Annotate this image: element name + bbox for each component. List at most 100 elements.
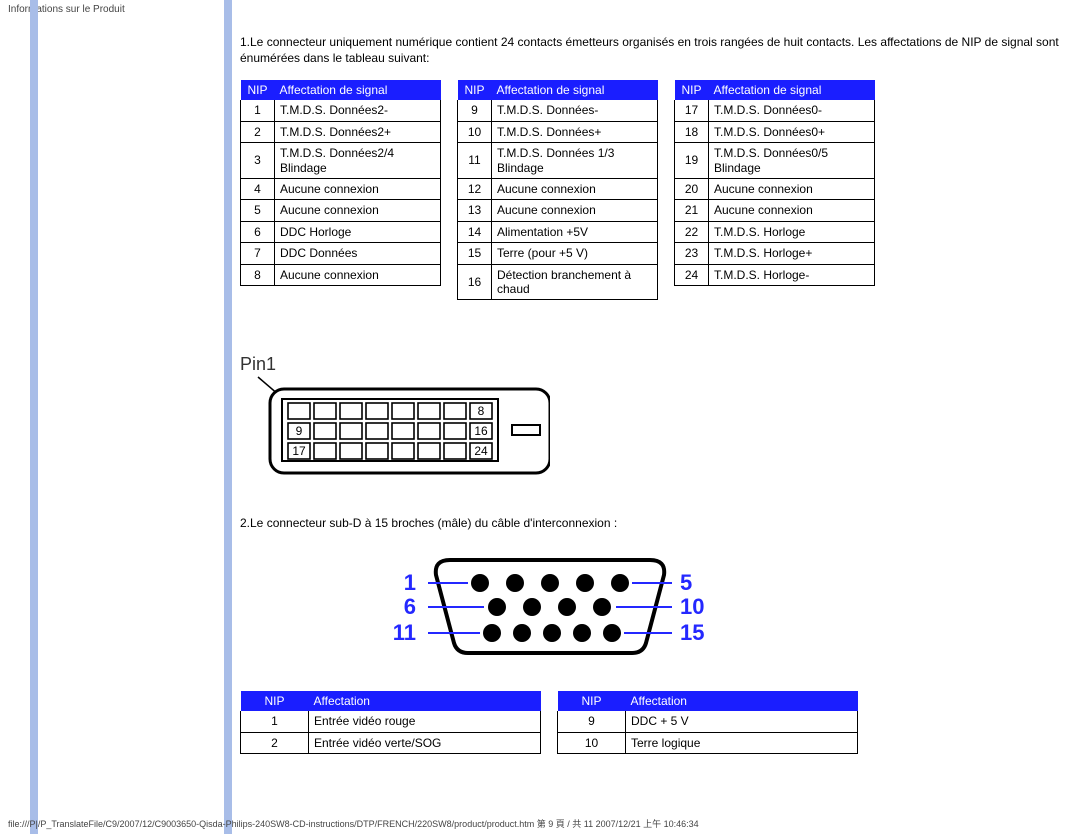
pin-aff: Alimentation +5V xyxy=(492,221,658,242)
table-row: 12Aucune connexion xyxy=(458,178,658,199)
th-nip: NIP xyxy=(458,80,492,100)
table-row: 21Aucune connexion xyxy=(675,200,875,221)
th-aff: Affectation de signal xyxy=(275,80,441,100)
th-aff: Affectation xyxy=(626,691,858,711)
dvi-pin1-label: Pin1 xyxy=(240,354,1060,375)
pin-num: 19 xyxy=(675,143,709,179)
table-row: 17T.M.D.S. Données0- xyxy=(675,100,875,121)
table-row: 6DDC Horloge xyxy=(241,221,441,242)
pin-aff: T.M.D.S. Données+ xyxy=(492,121,658,142)
pin-num: 5 xyxy=(241,200,275,221)
th-nip: NIP xyxy=(241,80,275,100)
pin-num: 3 xyxy=(241,143,275,179)
pin-num: 21 xyxy=(675,200,709,221)
pin-aff: Aucune connexion xyxy=(709,178,875,199)
th-nip: NIP xyxy=(558,691,626,711)
vga-pinout-tables: NIPAffectation 1Entrée vidéo rouge 2Entr… xyxy=(240,691,1060,754)
table-row: 22T.M.D.S. Horloge xyxy=(675,221,875,242)
table-row: 1T.M.D.S. Données2- xyxy=(241,100,441,121)
pin-num: 9 xyxy=(558,711,626,732)
pin-aff: DDC + 5 V xyxy=(626,711,858,732)
table-row: 20Aucune connexion xyxy=(675,178,875,199)
vga-num-11: 11 xyxy=(393,620,416,645)
dvi-connector-icon: 8 9 16 17 24 xyxy=(240,375,1060,485)
pin-num: 17 xyxy=(675,100,709,121)
pin-aff: Détection branchement à chaud xyxy=(492,264,658,300)
pin-num: 10 xyxy=(458,121,492,142)
pin-num: 15 xyxy=(458,243,492,264)
pin-aff: Terre logique xyxy=(626,732,858,753)
table-row: 24T.M.D.S. Horloge- xyxy=(675,264,875,285)
pin-table-3: NIPAffectation de signal 17T.M.D.S. Donn… xyxy=(674,80,875,286)
pin-aff: DDC Horloge xyxy=(275,221,441,242)
pin-table-5: NIPAffectation 9DDC + 5 V 10Terre logiqu… xyxy=(557,691,858,754)
th-aff: Affectation xyxy=(309,691,541,711)
pin-aff: Aucune connexion xyxy=(275,178,441,199)
dvi-pin-16: 16 xyxy=(474,424,488,438)
pin-num: 13 xyxy=(458,200,492,221)
pin-aff: T.M.D.S. Données0/5 Blindage xyxy=(709,143,875,179)
pin-num: 11 xyxy=(458,143,492,179)
pin-num: 12 xyxy=(458,178,492,199)
table-row: 18T.M.D.S. Données0+ xyxy=(675,121,875,142)
dvi-pinout-tables: NIPAffectation de signal 1T.M.D.S. Donné… xyxy=(240,80,1060,300)
pin-aff: T.M.D.S. Données 1/3 Blindage xyxy=(492,143,658,179)
vga-num-6: 6 xyxy=(404,594,416,619)
pin-aff: T.M.D.S. Horloge+ xyxy=(709,243,875,264)
table-row: 11T.M.D.S. Données 1/3 Blindage xyxy=(458,143,658,179)
table-row: 3T.M.D.S. Données2/4 Blindage xyxy=(241,143,441,179)
pin-aff: T.M.D.S. Données0+ xyxy=(709,121,875,142)
pin-aff: T.M.D.S. Données2/4 Blindage xyxy=(275,143,441,179)
pin-aff: Terre (pour +5 V) xyxy=(492,243,658,264)
pin-num: 22 xyxy=(675,221,709,242)
page-footer-path: file:///P|/P_TranslateFile/C9/2007/12/C9… xyxy=(8,817,699,830)
pin-aff: Aucune connexion xyxy=(492,178,658,199)
pin-table-1: NIPAffectation de signal 1T.M.D.S. Donné… xyxy=(240,80,441,286)
th-nip: NIP xyxy=(675,80,709,100)
pin-table-2: NIPAffectation de signal 9T.M.D.S. Donné… xyxy=(457,80,658,300)
vga-num-5: 5 xyxy=(680,570,692,595)
pin-aff: T.M.D.S. Données2+ xyxy=(275,121,441,142)
pin-aff: T.M.D.S. Horloge- xyxy=(709,264,875,285)
pin-aff: Aucune connexion xyxy=(492,200,658,221)
pin-num: 2 xyxy=(241,732,309,753)
table-row: 4Aucune connexion xyxy=(241,178,441,199)
paragraph-1: 1.Le connecteur uniquement numérique con… xyxy=(240,34,1060,66)
pin-aff: Entrée vidéo rouge xyxy=(309,711,541,732)
pin-num: 18 xyxy=(675,121,709,142)
pin-num: 16 xyxy=(458,264,492,300)
pin-num: 4 xyxy=(241,178,275,199)
table-row: 2Entrée vidéo verte/SOG xyxy=(241,732,541,753)
vga-num-15: 15 xyxy=(680,620,704,645)
pin-num: 20 xyxy=(675,178,709,199)
pin-num: 6 xyxy=(241,221,275,242)
pin-num: 7 xyxy=(241,243,275,264)
table-row: 14Alimentation +5V xyxy=(458,221,658,242)
sidebar-stripe-right xyxy=(224,0,232,834)
pin-aff: Aucune connexion xyxy=(275,264,441,285)
th-nip: NIP xyxy=(241,691,309,711)
pin-aff: T.M.D.S. Données- xyxy=(492,100,658,121)
vga-connector-icon: 1 5 6 10 11 15 xyxy=(380,545,1060,665)
dvi-pin-24: 24 xyxy=(474,444,488,458)
table-row: 16Détection branchement à chaud xyxy=(458,264,658,300)
table-row: 10Terre logique xyxy=(558,732,858,753)
table-row: 23T.M.D.S. Horloge+ xyxy=(675,243,875,264)
table-row: 7DDC Données xyxy=(241,243,441,264)
pin-num: 2 xyxy=(241,121,275,142)
pin-num: 14 xyxy=(458,221,492,242)
pin-num: 1 xyxy=(241,711,309,732)
pin-num: 9 xyxy=(458,100,492,121)
th-aff: Affectation de signal xyxy=(709,80,875,100)
pin-aff: T.M.D.S. Données2- xyxy=(275,100,441,121)
table-row: 9T.M.D.S. Données- xyxy=(458,100,658,121)
table-row: 19T.M.D.S. Données0/5 Blindage xyxy=(675,143,875,179)
pin-aff: Aucune connexion xyxy=(275,200,441,221)
pin-table-4: NIPAffectation 1Entrée vidéo rouge 2Entr… xyxy=(240,691,541,754)
page-header: Informations sur le Produit xyxy=(0,0,1080,15)
table-row: 8Aucune connexion xyxy=(241,264,441,285)
pin-num: 24 xyxy=(675,264,709,285)
table-row: 13Aucune connexion xyxy=(458,200,658,221)
pin-num: 23 xyxy=(675,243,709,264)
vga-num-10: 10 xyxy=(680,594,704,619)
